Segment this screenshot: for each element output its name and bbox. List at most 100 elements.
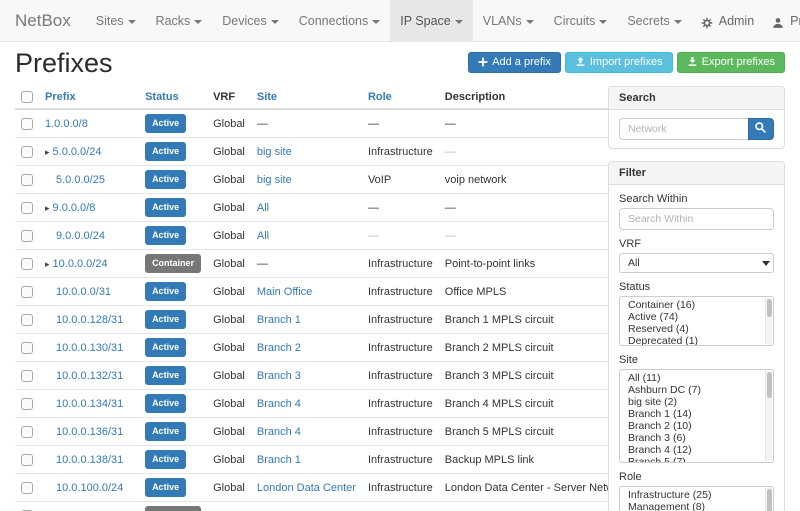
prefix-link[interactable]: 10.0.100.0/24 bbox=[56, 482, 123, 494]
row-checkbox[interactable] bbox=[21, 454, 33, 466]
list-option[interactable]: Branch 2 (10) bbox=[620, 420, 773, 432]
column-sort-link[interactable]: Role bbox=[368, 91, 392, 103]
search-within-input[interactable] bbox=[619, 208, 774, 230]
site-link[interactable]: Branch 3 bbox=[257, 370, 301, 382]
empty-value-dash: — bbox=[257, 258, 268, 270]
status-badge: Container bbox=[145, 506, 201, 511]
site-link[interactable]: Branch 4 bbox=[257, 398, 301, 410]
column-sort-link[interactable]: Prefix bbox=[45, 91, 76, 103]
prefix-link[interactable]: 10.0.0.0/31 bbox=[56, 286, 111, 298]
prefix-link[interactable]: 10.0.0.130/31 bbox=[56, 342, 123, 354]
column-sort-link[interactable]: Status bbox=[145, 91, 179, 103]
table-row: 10.0.0.128/31ActiveGlobalBranch 1Infrast… bbox=[15, 306, 635, 334]
chevron-down-icon bbox=[372, 20, 380, 24]
add-a-prefix-button[interactable]: Add a prefix bbox=[468, 52, 561, 73]
list-option[interactable]: Management (8) bbox=[620, 501, 773, 511]
nav-item-racks[interactable]: Racks bbox=[146, 0, 213, 42]
site-link[interactable]: All bbox=[257, 230, 269, 242]
site-link[interactable]: Branch 4 bbox=[257, 426, 301, 438]
chevron-down-icon bbox=[128, 20, 136, 24]
site-link[interactable]: Branch 1 bbox=[257, 314, 301, 326]
app-brand[interactable]: NetBox bbox=[0, 0, 86, 41]
nav-link-profile[interactable]: Profile bbox=[763, 0, 800, 41]
scrollbar[interactable] bbox=[765, 298, 772, 344]
list-option[interactable]: Active (74) bbox=[620, 311, 773, 323]
prefix-link[interactable]: 10.0.0.132/31 bbox=[56, 370, 123, 382]
list-option[interactable]: Branch 4 (12) bbox=[620, 444, 773, 456]
scrollbar[interactable] bbox=[765, 488, 772, 511]
role-listbox[interactable]: Infrastructure (25)Management (8)Private… bbox=[619, 486, 774, 511]
nav-item-secrets[interactable]: Secrets bbox=[617, 0, 691, 42]
scrollbar-thumb[interactable] bbox=[767, 299, 772, 317]
prefix-link[interactable]: 5.0.0.0/24 bbox=[53, 146, 102, 158]
site-link[interactable]: Main Office bbox=[257, 286, 312, 298]
role-label: Role bbox=[619, 471, 774, 483]
prefix-link[interactable]: 10.0.0.128/31 bbox=[56, 314, 123, 326]
list-option[interactable]: big site (2) bbox=[620, 396, 773, 408]
list-option[interactable]: All (11) bbox=[620, 372, 773, 384]
nav-item-circuits[interactable]: Circuits bbox=[544, 0, 618, 42]
row-checkbox[interactable] bbox=[21, 398, 33, 410]
row-checkbox[interactable] bbox=[21, 370, 33, 382]
column-sort-link[interactable]: Site bbox=[257, 91, 277, 103]
search-input[interactable] bbox=[619, 118, 748, 140]
row-checkbox[interactable] bbox=[21, 258, 33, 270]
list-option[interactable]: Ashburn DC (7) bbox=[620, 384, 773, 396]
row-checkbox[interactable] bbox=[21, 342, 33, 354]
scrollbar[interactable] bbox=[765, 371, 772, 461]
import-prefixes-button[interactable]: Import prefixes bbox=[565, 52, 673, 73]
list-option[interactable]: Branch 1 (14) bbox=[620, 408, 773, 420]
export-prefixes-button[interactable]: Export prefixes bbox=[677, 52, 785, 73]
row-checkbox[interactable] bbox=[21, 118, 33, 130]
nav-item-devices[interactable]: Devices bbox=[212, 0, 288, 42]
list-option[interactable]: Deprecated (1) bbox=[620, 335, 773, 346]
prefix-link[interactable]: 10.0.0.136/31 bbox=[56, 426, 123, 438]
nav-item-connections[interactable]: Connections bbox=[289, 0, 391, 42]
site-link[interactable]: Branch 2 bbox=[257, 342, 301, 354]
prefix-link[interactable]: 10.0.0.134/31 bbox=[56, 398, 123, 410]
site-link[interactable]: London Data Center bbox=[257, 482, 356, 494]
list-option[interactable]: Branch 5 (7) bbox=[620, 456, 773, 463]
navbar: NetBox SitesRacksDevicesConnectionsIP Sp… bbox=[0, 0, 800, 42]
vrf-select[interactable]: All bbox=[619, 253, 774, 273]
nav-item-sites[interactable]: Sites bbox=[86, 0, 146, 42]
row-checkbox[interactable] bbox=[21, 482, 33, 494]
row-checkbox[interactable] bbox=[21, 146, 33, 158]
row-checkbox[interactable] bbox=[21, 230, 33, 242]
status-listbox[interactable]: Container (16)Active (74)Reserved (4)Dep… bbox=[619, 296, 774, 346]
prefix-link[interactable]: 10.0.0.0/24 bbox=[53, 258, 108, 270]
select-all-checkbox[interactable] bbox=[21, 91, 33, 103]
search-button[interactable] bbox=[748, 118, 774, 140]
status-badge: Active bbox=[145, 114, 186, 133]
nav-item-vlans[interactable]: VLANs bbox=[473, 0, 544, 42]
prefix-link[interactable]: 9.0.0.0/24 bbox=[56, 230, 105, 242]
site-link[interactable]: big site bbox=[257, 146, 292, 158]
site-link[interactable]: All bbox=[257, 202, 269, 214]
row-checkbox[interactable] bbox=[21, 426, 33, 438]
row-checkbox[interactable] bbox=[21, 202, 33, 214]
list-option[interactable]: Container (16) bbox=[620, 299, 773, 311]
list-option[interactable]: Reserved (4) bbox=[620, 323, 773, 335]
prefix-link[interactable]: 5.0.0.0/25 bbox=[56, 174, 105, 186]
list-option[interactable]: Branch 3 (6) bbox=[620, 432, 773, 444]
row-checkbox[interactable] bbox=[21, 314, 33, 326]
row-checkbox[interactable] bbox=[21, 174, 33, 186]
role-cell: — bbox=[362, 502, 439, 511]
site-link[interactable]: Branch 1 bbox=[257, 454, 301, 466]
scrollbar-thumb[interactable] bbox=[767, 489, 772, 511]
site-listbox[interactable]: All (11)Ashburn DC (7)big site (2)Branch… bbox=[619, 369, 774, 463]
nav-link-admin[interactable]: Admin bbox=[692, 0, 763, 41]
row-checkbox[interactable] bbox=[21, 286, 33, 298]
table-row: 10.0.0.134/31ActiveGlobalBranch 4Infrast… bbox=[15, 390, 635, 418]
prefix-link[interactable]: 10.0.0.138/31 bbox=[56, 454, 123, 466]
list-option[interactable]: Infrastructure (25) bbox=[620, 489, 773, 501]
chevron-down-icon bbox=[526, 20, 534, 24]
prefix-cell: 9.0.0.0/24 bbox=[39, 222, 139, 250]
prefix-link[interactable]: 9.0.0.0/8 bbox=[53, 202, 96, 214]
prefix-link[interactable]: 1.0.0.0/8 bbox=[45, 118, 88, 130]
site-link[interactable]: big site bbox=[257, 174, 292, 186]
prefix-cell: ▸10.1.0.0/16 bbox=[39, 502, 139, 511]
scrollbar-thumb[interactable] bbox=[767, 372, 772, 398]
nav-item-ip-space[interactable]: IP Space bbox=[390, 0, 473, 42]
status-cell: Active bbox=[139, 474, 207, 502]
